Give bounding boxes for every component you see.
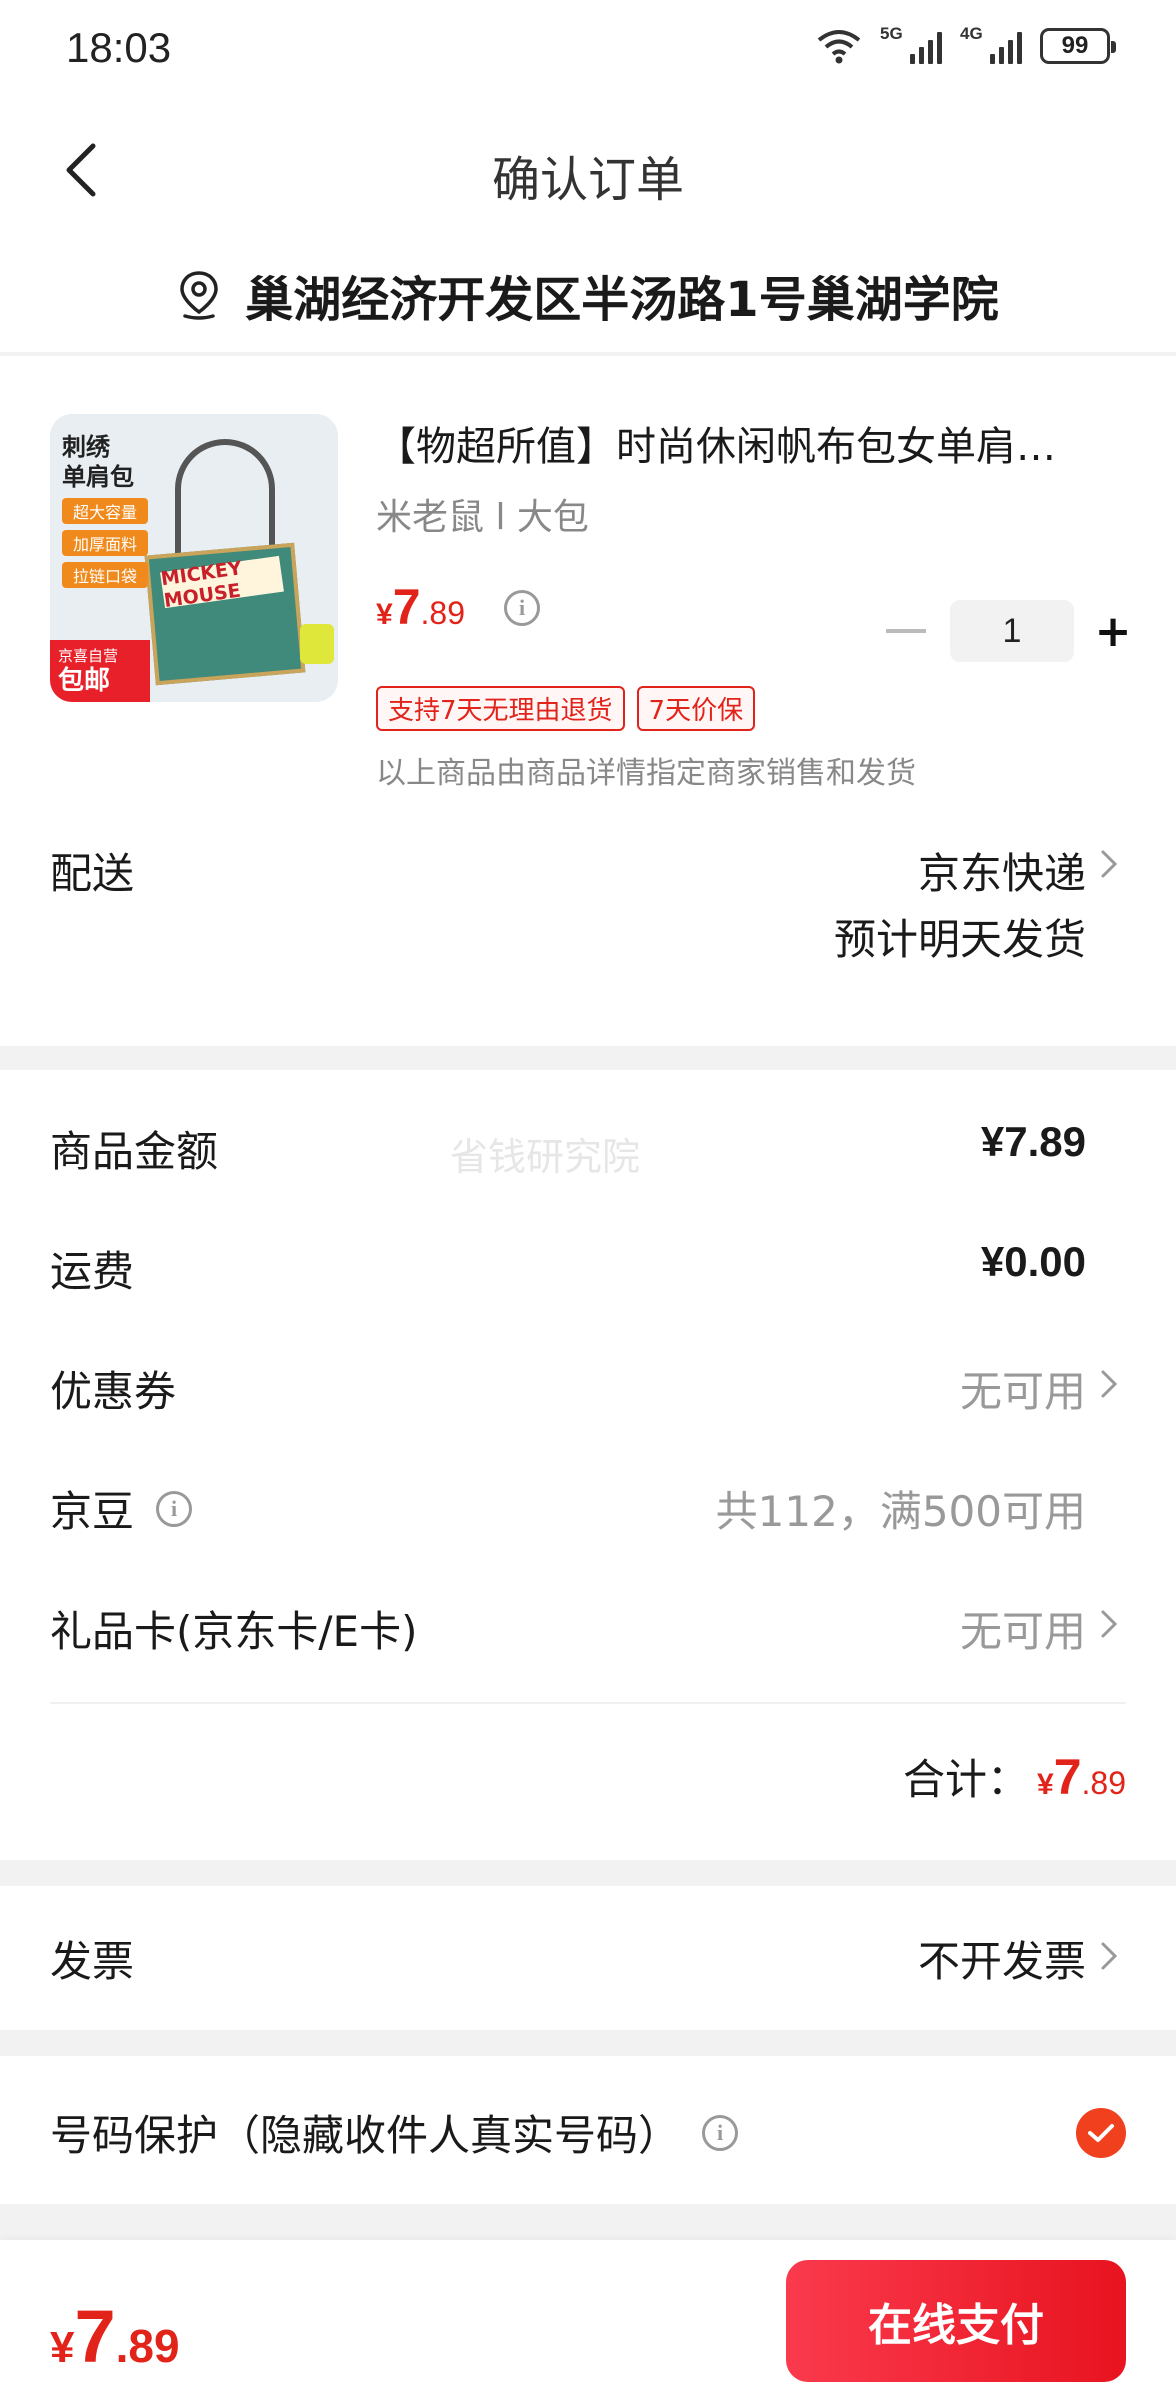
quantity-stepper: 1 +	[886, 600, 1144, 662]
goods-amount-value: ¥7.89	[980, 1118, 1086, 1165]
cup-graphic	[300, 624, 334, 664]
subtotal-row: 合计： ¥ 7 .89	[903, 1746, 1126, 1807]
signal-4g-icon: 4G	[960, 24, 1022, 64]
thumbnail-line-1: 刺绣	[62, 433, 110, 461]
increase-quantity-button[interactable]: +	[1082, 600, 1144, 662]
shipping-fee-row: 运费 ¥0.00	[0, 1226, 1176, 1306]
number-protection-row: 号码保护（隐藏收件人真实号码） i	[0, 2056, 1176, 2204]
service-tags: 支持7天无理由退货 7天价保	[376, 686, 756, 731]
subtotal-label: 合计：	[903, 1755, 1030, 1804]
status-icons: 5G 4G 99	[816, 24, 1116, 64]
jd-beans-label: 京豆	[50, 1487, 135, 1536]
checkout-footer: ¥ 7 .89 在线支付	[0, 2240, 1176, 2400]
price-decimal: .89	[1081, 1765, 1126, 1801]
free-shipping-label: 包邮	[58, 666, 111, 696]
invoice-value: 不开发票	[917, 1937, 1086, 1986]
wifi-icon	[817, 30, 861, 64]
gift-card-row[interactable]: 礼品卡(京东卡/E卡) 无可用	[0, 1586, 1176, 1666]
network-type-label: 5G	[880, 24, 903, 43]
number-protection-info-icon[interactable]: i	[702, 2114, 739, 2151]
chevron-right-icon	[1094, 1604, 1124, 1644]
gift-card-value: 无可用	[959, 1607, 1086, 1656]
price-integer: 7	[1053, 1749, 1082, 1805]
goods-amount-label: 商品金额	[50, 1127, 219, 1176]
price-currency: ¥	[1037, 1768, 1054, 1801]
thumbnail-pill: 加厚面料	[62, 530, 148, 556]
divider	[50, 1702, 1126, 1704]
number-protection-label: 号码保护（隐藏收件人真实号码）	[50, 2111, 681, 2160]
jd-beans-value: 共112，满500可用	[715, 1487, 1086, 1536]
coupon-label: 优惠券	[50, 1367, 177, 1416]
page-title: 确认订单	[491, 152, 684, 208]
product-spec: 米老鼠 l 大包	[376, 497, 589, 538]
delivery-carrier[interactable]: 京东快递	[918, 840, 1086, 901]
network-type-label: 4G	[960, 24, 983, 43]
chevron-right-icon	[1094, 1936, 1124, 1976]
thumbnail-headline: 刺绣 单肩包	[62, 432, 134, 492]
delivery-label: 配送	[50, 849, 135, 898]
battery-level: 99	[1061, 32, 1089, 59]
chevron-right-icon	[1094, 1364, 1124, 1404]
invoice-label: 发票	[50, 1937, 135, 1986]
jd-label: 京喜自营	[58, 647, 119, 665]
price-currency: ¥	[50, 2323, 75, 2372]
price-protection-tag: 7天价保	[636, 686, 756, 731]
product-price: ¥ 7 .89	[376, 578, 465, 636]
jd-beans-info-icon[interactable]: i	[156, 1490, 193, 1527]
pay-online-button[interactable]: 在线支付	[786, 2260, 1126, 2382]
status-time: 18:03	[66, 24, 172, 71]
checkmark-icon	[1088, 2124, 1114, 2142]
thumbnail-line-2: 单肩包	[62, 463, 134, 491]
delivery-eta: 预计明天发货	[833, 915, 1086, 964]
gift-card-label: 礼品卡(京东卡/E卡)	[50, 1607, 418, 1656]
footer-total-price: ¥ 7 .89	[50, 2294, 180, 2379]
chevron-right-icon[interactable]	[1094, 844, 1124, 884]
thumbnail-pill: 超大容量	[62, 498, 148, 524]
subtotal-price: ¥ 7 .89	[1037, 1748, 1126, 1806]
delivery-address: 巢湖经济开发区半汤路1号巢湖学院	[245, 272, 999, 328]
price-integer: 7	[392, 579, 421, 635]
product-thumbnail[interactable]: MICKEY MOUSE 刺绣 单肩包 超大容量 加厚面料 拉链口袋 京喜自营 …	[50, 414, 338, 702]
number-protection-label-group: 号码保护（隐藏收件人真实号码） i	[50, 2102, 739, 2163]
coupon-value: 无可用	[959, 1367, 1086, 1416]
bag-handle-graphic	[175, 439, 275, 559]
location-pin-icon	[180, 271, 219, 320]
price-info-icon[interactable]: i	[504, 590, 540, 626]
number-protection-checkbox[interactable]	[1076, 2108, 1126, 2158]
signal-5g-icon: 5G	[880, 24, 942, 64]
coupon-row[interactable]: 优惠券 无可用	[0, 1346, 1176, 1426]
page-header: 确认订单 巢湖经济开发区半汤路1号巢湖学院	[0, 100, 1176, 352]
price-decimal: .89	[115, 2320, 180, 2372]
shipping-fee-label: 运费	[50, 1247, 135, 1296]
price-decimal: .89	[420, 595, 465, 631]
jd-beans-row: 京豆 i 共112，满500可用	[0, 1466, 1176, 1546]
thumbnail-pill: 拉链口袋	[62, 562, 148, 588]
status-bar: 18:03 5G 4G 99	[0, 0, 1176, 100]
invoice-row[interactable]: 发票 不开发票	[0, 1886, 1176, 2030]
product-card: MICKEY MOUSE 刺绣 单肩包 超大容量 加厚面料 拉链口袋 京喜自营 …	[0, 356, 1176, 1046]
battery-icon: 99	[1040, 28, 1116, 64]
goods-amount-row: 商品金额 ¥7.89	[0, 1106, 1176, 1186]
seller-note: 以上商品由商品详情指定商家销售和发货	[376, 756, 916, 791]
quantity-input[interactable]: 1	[950, 600, 1074, 662]
price-currency: ¥	[376, 598, 393, 631]
jd-beans-label-group: 京豆 i	[50, 1478, 193, 1539]
jd-self-operated-tag: 京喜自营 包邮	[50, 640, 150, 702]
product-title[interactable]: 【物超所值】时尚休闲帆布包女单肩…	[376, 414, 1136, 472]
address-row[interactable]: 巢湖经济开发区半汤路1号巢湖学院	[0, 260, 1176, 330]
decrease-quantity-button[interactable]	[886, 629, 926, 633]
amount-summary-card: 省钱研究院 商品金额 ¥7.89 运费 ¥0.00 优惠券 无可用 京豆 i 共…	[0, 1070, 1176, 1860]
shipping-fee-value: ¥0.00	[980, 1238, 1086, 1285]
return-policy-tag: 支持7天无理由退货	[376, 686, 625, 731]
price-integer: 7	[74, 2295, 116, 2378]
